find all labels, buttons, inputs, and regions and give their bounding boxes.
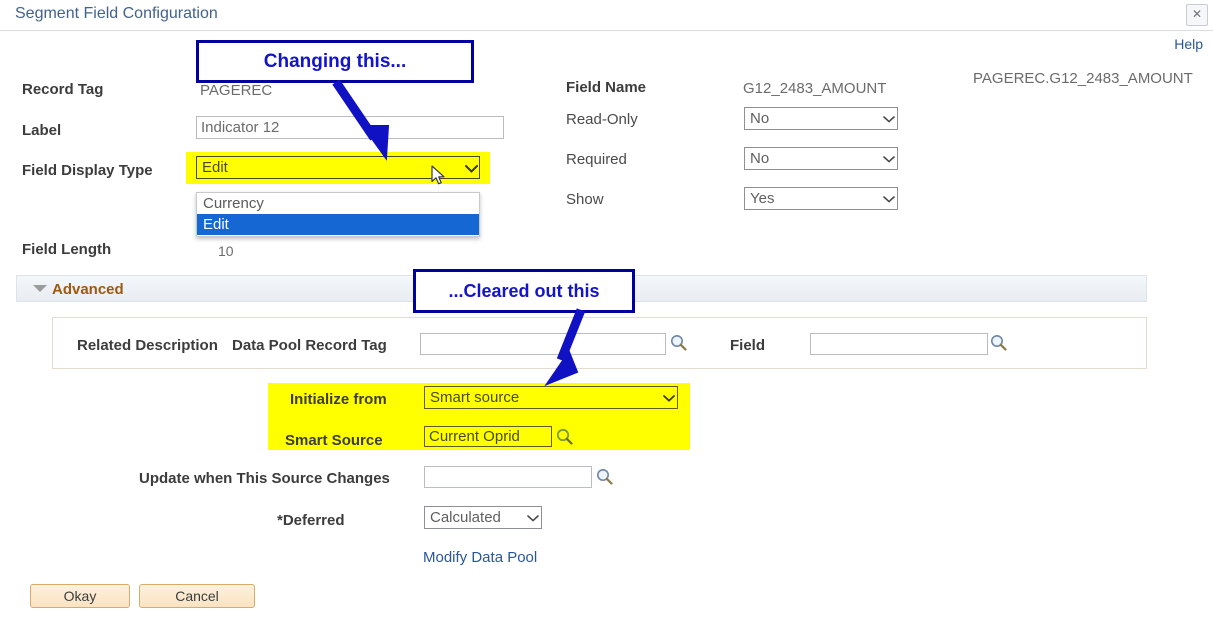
modify-data-pool-link[interactable]: Modify Data Pool bbox=[423, 549, 537, 566]
initialize-from-value: Smart source bbox=[430, 389, 520, 406]
initialize-from-select[interactable]: Smart source bbox=[424, 386, 678, 409]
annotation-callout-cleared-out-this: ...Cleared out this bbox=[413, 269, 635, 313]
annotation-callout-changing-this: Changing this... bbox=[196, 40, 474, 83]
advanced-section-label[interactable]: Advanced bbox=[52, 281, 124, 298]
field-display-type-label: Field Display Type bbox=[22, 162, 153, 179]
dropdown-option-currency[interactable]: Currency bbox=[197, 193, 479, 214]
label-input[interactable]: Indicator 12 bbox=[196, 116, 504, 139]
field-label: Field bbox=[730, 337, 766, 354]
field-display-type-value: Edit bbox=[202, 159, 228, 176]
search-icon[interactable] bbox=[556, 428, 573, 445]
show-select[interactable]: Yes bbox=[744, 187, 898, 210]
chevron-down-icon bbox=[527, 514, 539, 522]
deferred-select[interactable]: Calculated bbox=[424, 506, 542, 529]
required-select[interactable]: No bbox=[744, 147, 898, 170]
close-icon[interactable]: ✕ bbox=[1186, 4, 1208, 26]
help-link[interactable]: Help bbox=[1174, 36, 1203, 52]
smart-source-label: Smart Source bbox=[285, 432, 383, 449]
required-value: No bbox=[750, 150, 770, 167]
show-label: Show bbox=[566, 191, 604, 208]
data-pool-record-tag-label: Data Pool Record Tag bbox=[232, 337, 387, 354]
read-only-select[interactable]: No bbox=[744, 107, 898, 130]
read-only-label: Read-Only bbox=[566, 111, 638, 128]
search-icon[interactable] bbox=[670, 334, 687, 351]
data-pool-record-tag-input[interactable] bbox=[420, 333, 666, 355]
deferred-value: Calculated bbox=[430, 509, 501, 526]
field-display-type-dropdown-list[interactable]: Currency Edit bbox=[196, 192, 480, 237]
deferred-label: *Deferred bbox=[277, 512, 345, 529]
page-title: Segment Field Configuration bbox=[15, 5, 218, 22]
chevron-down-icon bbox=[883, 155, 895, 163]
record-tag-label: Record Tag bbox=[22, 81, 104, 98]
initialize-from-label: Initialize from bbox=[290, 391, 387, 408]
field-display-type-select[interactable]: Edit bbox=[196, 156, 480, 179]
dropdown-option-edit[interactable]: Edit bbox=[197, 214, 479, 235]
chevron-down-icon bbox=[663, 394, 675, 402]
show-value: Yes bbox=[750, 190, 775, 207]
chevron-down-icon bbox=[465, 164, 478, 173]
chevron-down-icon bbox=[883, 115, 895, 123]
chevron-down-icon[interactable] bbox=[33, 285, 47, 292]
related-description-label: Related Description bbox=[77, 337, 218, 354]
field-input[interactable] bbox=[810, 333, 988, 355]
record-tag-value: PAGEREC bbox=[200, 82, 273, 99]
chevron-down-icon bbox=[883, 195, 895, 203]
smart-source-input[interactable]: Current Oprid bbox=[424, 426, 552, 447]
okay-button[interactable]: Okay bbox=[30, 584, 130, 608]
field-length-value: 10 bbox=[218, 243, 234, 259]
field-name-label: Field Name bbox=[566, 79, 647, 96]
field-name-value: G12_2483_AMOUNT bbox=[743, 80, 887, 97]
search-icon[interactable] bbox=[596, 468, 613, 485]
search-icon[interactable] bbox=[990, 334, 1007, 351]
read-only-value: No bbox=[750, 110, 770, 127]
qualified-field-name: PAGEREC.G12_2483_AMOUNT bbox=[973, 70, 1193, 87]
required-label: Required bbox=[566, 151, 627, 168]
label-field-label: Label bbox=[22, 122, 62, 139]
field-length-label: Field Length bbox=[22, 241, 112, 258]
update-when-source-changes-label: Update when This Source Changes bbox=[139, 470, 390, 487]
cancel-button[interactable]: Cancel bbox=[139, 584, 255, 608]
title-divider bbox=[0, 30, 1213, 31]
update-when-source-changes-input[interactable] bbox=[424, 466, 592, 488]
